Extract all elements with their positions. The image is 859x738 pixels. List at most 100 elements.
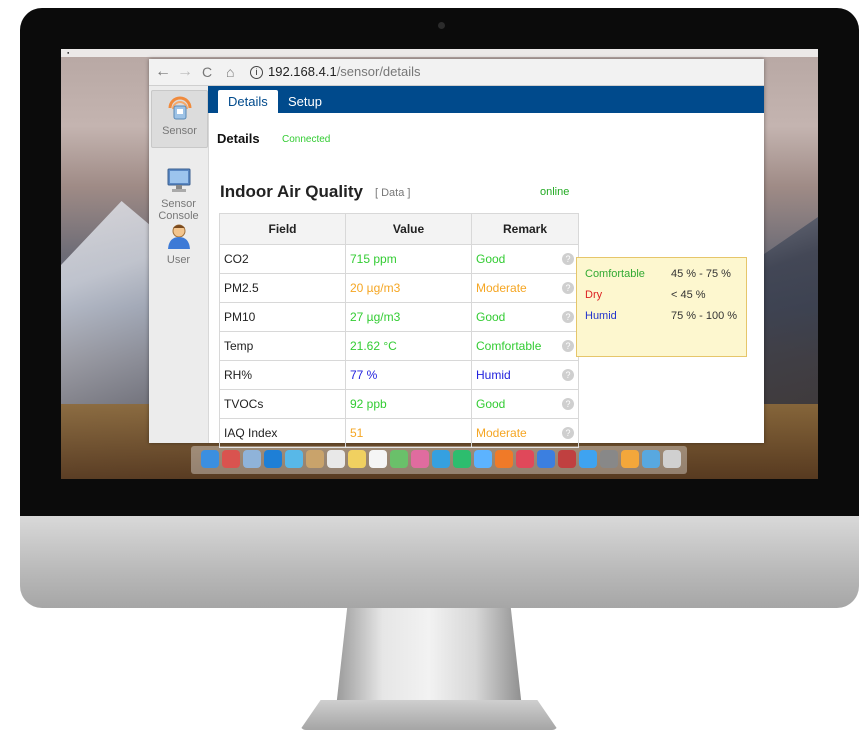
apple-icon[interactable]: ●	[67, 50, 69, 55]
monitor-icon	[167, 168, 190, 192]
help-icon[interactable]: ?	[562, 311, 574, 323]
tooltip-label: Dry	[585, 289, 603, 301]
air-quality-table: Field Value Remark CO2 715 ppm Good? PM2.5 2…	[219, 213, 579, 448]
dock-app-icon[interactable]	[369, 450, 387, 468]
sidebar: Sensor Sensor Console User	[149, 86, 209, 443]
dock-app-icon[interactable]	[642, 450, 660, 468]
camera	[438, 22, 445, 29]
humidity-tooltip: Comfortable 45 % - 75 % Dry < 45 % Humid…	[576, 257, 747, 357]
cell-field-text: RH%	[224, 368, 253, 382]
cell-remark: Moderate?	[471, 418, 579, 448]
cell-value-text: 20 µg/m3	[350, 281, 401, 295]
dock-app-icon[interactable]	[306, 450, 324, 468]
home-button[interactable]: ⌂	[226, 62, 234, 82]
cell-field-text: CO2	[224, 252, 249, 266]
cell-value: 20 µg/m3	[345, 273, 472, 303]
dock-app-icon[interactable]	[663, 450, 681, 468]
sensor-icon	[168, 96, 191, 120]
dock-app-icon[interactable]	[558, 450, 576, 468]
user-icon	[167, 224, 190, 249]
forward-button[interactable]: →	[177, 62, 193, 82]
cell-value-text: 51	[350, 426, 364, 440]
dock-app-icon[interactable]	[327, 450, 345, 468]
cell-remark-text: Moderate	[476, 426, 527, 440]
cell-value-text: 27 µg/m3	[350, 310, 401, 324]
tab-details[interactable]: Details	[218, 90, 278, 113]
url-path: /sensor/details	[336, 64, 421, 79]
dock-app-icon[interactable]	[621, 450, 639, 468]
cell-field-text: TVOCs	[224, 397, 264, 411]
dock-app-icon[interactable]	[432, 450, 450, 468]
dock-app-icon[interactable]	[222, 450, 240, 468]
tooltip-row: Humid 75 % - 100 %	[585, 310, 737, 322]
cell-field: RH%	[219, 360, 346, 390]
dock-app-icon[interactable]	[474, 450, 492, 468]
sidebar-item-sensor-console[interactable]: Sensor Console	[151, 152, 206, 222]
cell-remark: Humid?	[471, 360, 579, 390]
browser-toolbar: ← → C ⌂ i 192.168.4.1/sensor/details	[149, 59, 764, 86]
dock-app-icon[interactable]	[516, 450, 534, 468]
cell-remark-text: Humid	[476, 368, 511, 382]
dock-app-icon[interactable]	[201, 450, 219, 468]
tooltip-row: Comfortable 45 % - 75 %	[585, 268, 731, 280]
help-icon[interactable]: ?	[562, 253, 574, 265]
help-icon[interactable]: ?	[562, 398, 574, 410]
header-field: Field	[219, 213, 346, 245]
cell-value: 77 %	[345, 360, 472, 390]
url-host: 192.168.4.1	[268, 64, 337, 79]
table-row: RH% 77 % Humid?	[219, 360, 579, 390]
cell-remark: Good?	[471, 244, 579, 274]
cell-field: Temp	[219, 331, 346, 361]
sidebar-item-label: Sensor Console	[158, 198, 199, 222]
cell-value: 715 ppm	[345, 244, 472, 274]
dock-app-icon[interactable]	[285, 450, 303, 468]
help-icon[interactable]: ?	[562, 282, 574, 294]
back-button[interactable]: ←	[155, 62, 171, 82]
dock-app-icon[interactable]	[495, 450, 513, 468]
dock-app-icon[interactable]	[579, 450, 597, 468]
dock-app-icon[interactable]	[600, 450, 618, 468]
cell-remark: Moderate?	[471, 273, 579, 303]
cell-value: 51	[345, 418, 472, 448]
cell-field: PM10	[219, 302, 346, 332]
cell-field-text: PM2.5	[224, 281, 259, 295]
sidebar-item-label: Sensor	[162, 125, 197, 137]
dock-app-icon[interactable]	[537, 450, 555, 468]
cell-field: TVOCs	[219, 389, 346, 419]
dock-app-icon[interactable]	[390, 450, 408, 468]
tooltip-range: 45 % - 75 %	[671, 268, 731, 280]
table-row: PM10 27 µg/m3 Good?	[219, 302, 579, 332]
cell-value: 92 ppb	[345, 389, 472, 419]
dock-app-icon[interactable]	[411, 450, 429, 468]
address-bar[interactable]: i 192.168.4.1/sensor/details	[250, 62, 421, 82]
mac-dock	[191, 446, 687, 474]
sidebar-item-user[interactable]: User	[151, 220, 206, 266]
dock-app-icon[interactable]	[243, 450, 261, 468]
cell-field-text: Temp	[224, 339, 254, 353]
online-status: online	[540, 186, 570, 198]
sidebar-item-sensor[interactable]: Sensor	[151, 90, 208, 148]
cell-value-text: 77 %	[350, 368, 378, 382]
dock-app-icon[interactable]	[348, 450, 366, 468]
table-header-row: Field Value Remark	[219, 213, 579, 245]
cell-field: PM2.5	[219, 273, 346, 303]
dock-app-icon[interactable]	[264, 450, 282, 468]
help-icon[interactable]: ?	[562, 369, 574, 381]
tab-setup[interactable]: Setup	[278, 90, 332, 113]
info-icon[interactable]: i	[250, 66, 263, 79]
desktop-screen: ● ← → C ⌂ i 192.168.4.1/sensor/details Se…	[61, 49, 818, 479]
card-title: Indoor Air Quality	[220, 182, 363, 201]
cell-value: 27 µg/m3	[345, 302, 472, 332]
dock-app-icon[interactable]	[453, 450, 471, 468]
cell-remark-text: Good	[476, 397, 506, 411]
cell-field: IAQ Index	[219, 418, 346, 448]
cell-remark: Comfortable?	[471, 331, 579, 361]
cell-remark-text: Good	[476, 310, 506, 324]
section-title: Details	[217, 131, 260, 146]
reload-button[interactable]: C	[202, 62, 212, 82]
table-row: IAQ Index 51 Moderate?	[219, 418, 579, 448]
imac-stand-base	[300, 700, 558, 730]
help-icon[interactable]: ?	[562, 340, 574, 352]
sidebar-item-label: User	[166, 254, 191, 266]
help-icon[interactable]: ?	[562, 427, 574, 439]
